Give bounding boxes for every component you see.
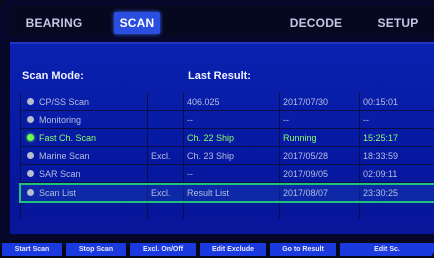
exclude-flag: Excl. bbox=[151, 188, 171, 198]
scanner-screen: BEARING SCAN DECODE SETUP Scan Mode: Las… bbox=[0, 0, 434, 258]
scan-mode-name: CP/SS Scan bbox=[39, 97, 90, 107]
exclude-flag bbox=[151, 94, 181, 110]
last-result-time: -- bbox=[363, 115, 369, 125]
status-dot-icon bbox=[27, 116, 34, 123]
last-result-date: 2017/05/28 bbox=[283, 151, 329, 161]
scan-row-monitoring[interactable]: Monitoring -- -- -- bbox=[21, 112, 434, 128]
scan-mode-name: Fast Ch. Scan bbox=[39, 133, 97, 143]
last-result-value: -- bbox=[187, 115, 193, 125]
status-dot-icon bbox=[27, 170, 34, 177]
scan-mode-heading: Scan Mode: bbox=[22, 70, 84, 82]
last-result-time: 23:30:25 bbox=[363, 188, 399, 198]
exclude-flag: Excl. bbox=[151, 151, 171, 161]
last-result-value: Ch. 23 Ship bbox=[187, 151, 235, 161]
last-result-date: 2017/07/30 bbox=[283, 97, 329, 107]
last-result-time: 02:09:11 bbox=[363, 169, 398, 179]
scan-panel: Scan Mode: Last Result: CP/SS Scan 406.0… bbox=[10, 42, 434, 234]
scan-mode-table: CP/SS Scan 406.025 2017/07/30 00:15:01 M… bbox=[19, 93, 434, 219]
scan-row-marine[interactable]: Marine Scan Excl. Ch. 23 Ship 2017/05/28… bbox=[21, 148, 434, 164]
last-result-value: 406.025 bbox=[187, 97, 220, 107]
exclude-flag bbox=[151, 166, 181, 182]
last-result-date: -- bbox=[283, 115, 289, 125]
tab-setup[interactable]: SETUP bbox=[374, 12, 422, 34]
go-to-result-button[interactable]: Go to Result bbox=[270, 243, 336, 256]
scan-mode-name: Marine Scan bbox=[39, 151, 90, 161]
exclude-toggle-button[interactable]: Excl. On/Off bbox=[130, 243, 196, 256]
last-result-value: Ch. 22 Ship bbox=[187, 133, 235, 143]
status-dot-icon bbox=[27, 152, 34, 159]
tab-scan[interactable]: SCAN bbox=[114, 12, 160, 34]
scan-row-sar[interactable]: SAR Scan -- 2017/09/05 02:09:11 bbox=[21, 166, 434, 182]
running-dot-icon bbox=[27, 134, 34, 141]
tab-decode[interactable]: DECODE bbox=[286, 12, 346, 34]
stop-scan-button[interactable]: Stop Scan bbox=[66, 243, 126, 256]
last-result-date: 2017/09/05 bbox=[283, 169, 329, 179]
tab-bar: BEARING SCAN DECODE SETUP bbox=[10, 6, 434, 36]
softkey-bar: Start Scan Stop Scan Excl. On/Off Edit E… bbox=[0, 240, 434, 258]
last-result-value: -- bbox=[187, 169, 193, 179]
scan-row-cpss[interactable]: CP/SS Scan 406.025 2017/07/30 00:15:01 bbox=[21, 94, 434, 110]
scan-mode-name: Monitoring bbox=[39, 115, 82, 125]
status-dot-icon bbox=[27, 98, 34, 105]
exclude-flag bbox=[151, 112, 181, 128]
exclude-flag bbox=[151, 130, 181, 146]
scan-row-fast-channel[interactable]: Fast Ch. Scan Ch. 22 Ship Running 15:25:… bbox=[21, 130, 434, 146]
start-scan-button[interactable]: Start Scan bbox=[2, 243, 62, 256]
status-dot-icon bbox=[27, 189, 34, 196]
last-result-status: Running bbox=[283, 133, 317, 143]
scan-mode-name: Scan List bbox=[39, 188, 77, 198]
last-result-time: 00:15:01 bbox=[363, 97, 399, 107]
tab-bearing[interactable]: BEARING bbox=[24, 12, 84, 34]
scan-mode-name: SAR Scan bbox=[39, 169, 81, 179]
edit-exclude-button[interactable]: Edit Exclude bbox=[200, 243, 266, 256]
last-result-time: 18:33:59 bbox=[363, 151, 399, 161]
scan-row-scan-list[interactable]: Scan List Excl. Result List 2017/08/07 2… bbox=[19, 183, 434, 203]
last-result-date: 2017/08/07 bbox=[283, 188, 329, 198]
last-result-heading: Last Result: bbox=[188, 70, 251, 82]
last-result-value: Result List bbox=[187, 188, 230, 198]
last-result-time: 15:25:17 bbox=[363, 133, 399, 143]
edit-scan-button[interactable]: Edit Sc. bbox=[340, 243, 434, 256]
